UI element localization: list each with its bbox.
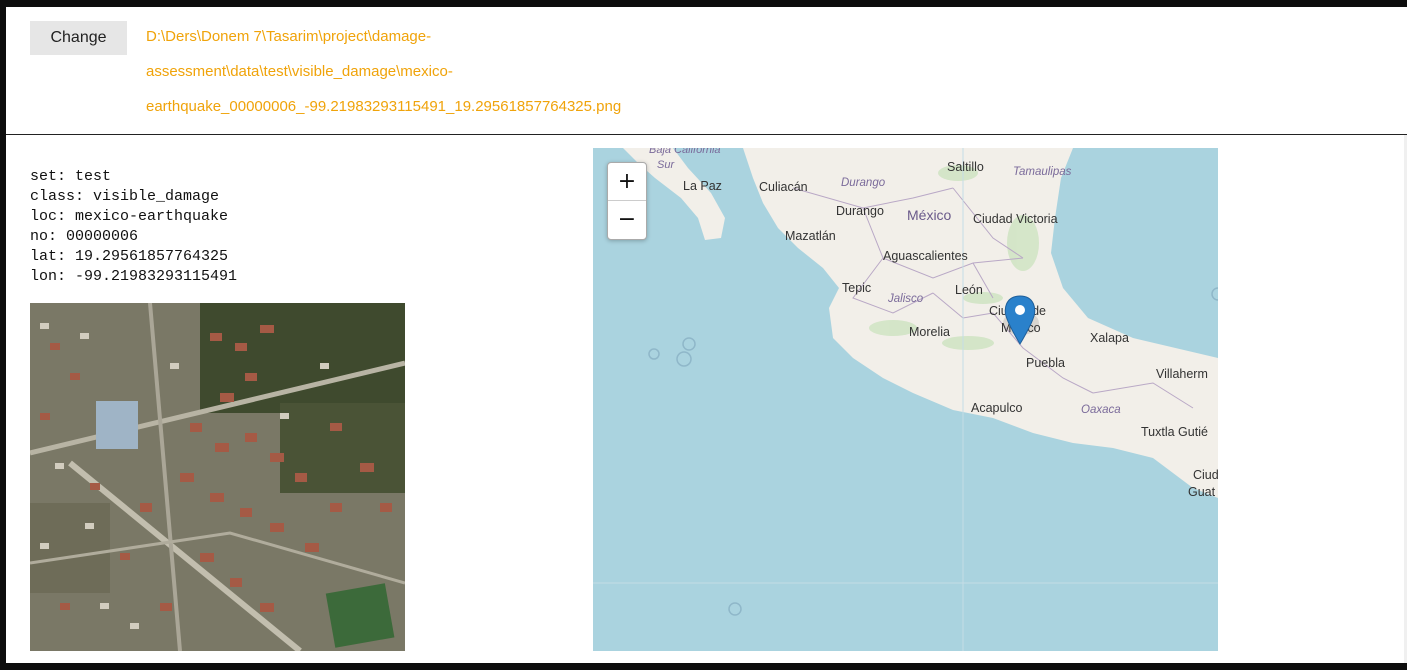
map-label-tepic: Tepic xyxy=(842,281,871,295)
map-label-jalisco: Jalisco xyxy=(887,293,924,305)
file-toolbar: Change D:\Ders\Donem 7\Tasarim\project\d… xyxy=(6,7,1407,135)
file-path-line-2: assessment\data\test\visible_damage\mexi… xyxy=(146,63,453,80)
map-tiles[interactable]: Baja California Sur La Paz Culiacán Dura… xyxy=(593,148,1218,651)
zoom-in-button[interactable]: + xyxy=(608,163,646,201)
file-path-line-1: D:\Ders\Donem 7\Tasarim\project\damage- xyxy=(146,28,432,45)
map-label-tuxtla: Tuxtla Gutié xyxy=(1141,425,1208,439)
map-label-ciudad-victoria: Ciudad Victoria xyxy=(973,212,1058,226)
meta-lon: lon: -99.21983293115491 xyxy=(30,268,238,285)
meta-class: class: visible_damage xyxy=(30,188,220,205)
map-label-mexico: México xyxy=(907,207,952,223)
map-label-guatemala-2: Guat xyxy=(1188,485,1216,499)
map-label-saltillo: Saltillo xyxy=(947,160,984,174)
map-label-puebla: Puebla xyxy=(1026,356,1065,370)
satellite-image-graphic xyxy=(30,303,405,651)
map-label-sur: Sur xyxy=(657,159,675,171)
meta-lat: lat: 19.29561857764325 xyxy=(30,248,229,265)
change-file-button[interactable]: Change xyxy=(30,21,127,55)
map-label-morelia: Morelia xyxy=(909,325,950,339)
map-label-aguascalientes: Aguascalientes xyxy=(883,249,968,263)
map-label-tamaulipas: Tamaulipas xyxy=(1013,166,1072,178)
map-label-durango-state: Durango xyxy=(841,177,886,189)
map-label-baja: Baja California xyxy=(649,148,721,156)
map-label-oaxaca: Oaxaca xyxy=(1081,404,1121,416)
map-label-guatemala-1: Ciud xyxy=(1193,468,1218,482)
map-label-durango: Durango xyxy=(836,204,884,218)
map-label-villahermosa: Villaherm xyxy=(1156,367,1208,381)
map-label-la-paz: La Paz xyxy=(683,179,722,193)
app-window: Change D:\Ders\Donem 7\Tasarim\project\d… xyxy=(6,7,1407,663)
location-map[interactable]: Baja California Sur La Paz Culiacán Dura… xyxy=(593,148,1218,651)
map-label-culiacan: Culiacán xyxy=(759,180,808,194)
meta-no: no: 00000006 xyxy=(30,228,139,245)
meta-set: set: test xyxy=(30,168,112,185)
map-label-leon: León xyxy=(955,283,983,297)
image-metadata: set: test class: visible_damage loc: mex… xyxy=(30,167,237,287)
zoom-out-button[interactable]: − xyxy=(608,201,646,238)
map-zoom-control: + − xyxy=(607,162,647,240)
map-label-acapulco: Acapulco xyxy=(971,401,1022,415)
map-label-mazatlan: Mazatlán xyxy=(785,229,836,243)
file-path-line-3: earthquake_00000006_-99.21983293115491_1… xyxy=(146,98,622,115)
satellite-image xyxy=(30,303,405,651)
map-label-xalapa: Xalapa xyxy=(1090,331,1129,345)
meta-loc: loc: mexico-earthquake xyxy=(30,208,229,225)
